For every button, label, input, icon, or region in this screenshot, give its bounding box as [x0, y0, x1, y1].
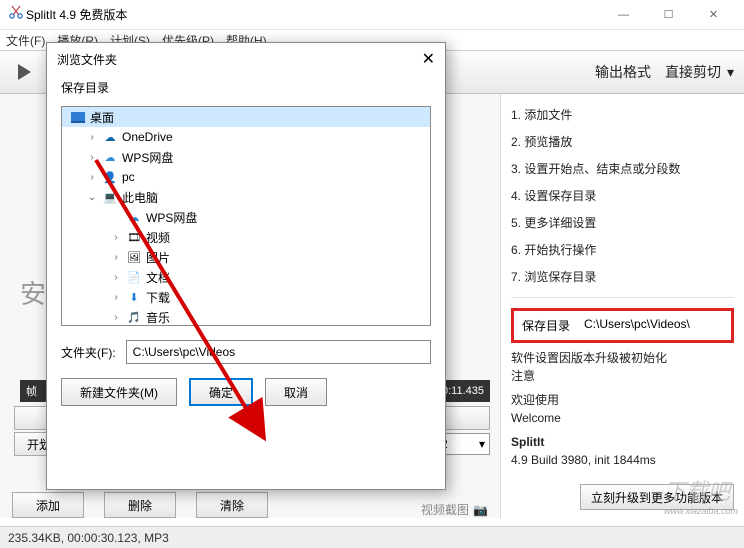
camera-icon: 📷	[473, 503, 488, 517]
downloads-folder-icon: ⬇	[126, 289, 142, 305]
step-4[interactable]: 4. 设置保存目录	[511, 185, 734, 206]
folder-path-label: 文件夹(F):	[61, 344, 116, 361]
minimize-button[interactable]: —	[601, 0, 646, 30]
cancel-button[interactable]: 取消	[265, 378, 327, 406]
statusbar: 235.34KB, 00:00:30.123, MP3	[0, 526, 744, 548]
tree-item-downloads[interactable]: › ⬇ 下载	[62, 287, 430, 307]
save-dir-value: C:\Users\pc\Videos\	[584, 317, 690, 334]
timecode-left: 帧	[26, 383, 37, 399]
chevron-down-icon: ▾	[479, 437, 485, 451]
step-7[interactable]: 7. 浏览保存目录	[511, 266, 734, 287]
folder-tree[interactable]: 桌面 › ☁ OneDrive › ☁ WPS网盘 › 👤 pc ⌄ 💻 此电脑…	[61, 106, 431, 326]
step-1[interactable]: 1. 添加文件	[511, 104, 734, 125]
tree-item-user[interactable]: › 👤 pc	[62, 167, 430, 187]
browse-folder-dialog: 浏览文件夹 ✕ 保存目录 桌面 › ☁ OneDrive › ☁ WPS网盘 ›…	[46, 42, 446, 490]
expand-icon[interactable]: ›	[110, 252, 122, 263]
collapse-icon[interactable]: ⌄	[86, 192, 98, 203]
dialog-close-button[interactable]: ✕	[422, 49, 435, 69]
message-build: SplitIt 4.9 Build 3980, init 1844ms	[511, 433, 734, 469]
right-panel: 1. 添加文件 2. 预览播放 3. 设置开始点、结束点或分段数 4. 设置保存…	[500, 94, 744, 518]
window-title: SplitIt 4.9 免费版本	[26, 6, 127, 23]
save-dir-label: 保存目录	[522, 317, 570, 334]
save-directory-highlight: 保存目录 C:\Users\pc\Videos\	[511, 308, 734, 343]
cloud-icon: ☁	[102, 129, 118, 145]
scissors-icon	[8, 4, 24, 25]
expand-icon[interactable]: ›	[86, 152, 98, 163]
tree-item-music[interactable]: › 🎵 音乐	[62, 307, 430, 326]
dialog-subtitle: 保存目录	[47, 75, 445, 106]
music-folder-icon: 🎵	[126, 309, 142, 325]
tree-item-documents[interactable]: › 📄 文档	[62, 267, 430, 287]
output-format-dropdown[interactable]: 直接剪切 ▾	[665, 62, 734, 82]
ok-button[interactable]: 确定	[189, 378, 253, 406]
tree-item-pictures[interactable]: › 🖼 图片	[62, 247, 430, 267]
expand-icon[interactable]: ›	[86, 172, 98, 183]
tree-item-this-pc[interactable]: ⌄ 💻 此电脑	[62, 187, 430, 207]
computer-icon: 💻	[102, 189, 118, 205]
chevron-down-icon: ▾	[727, 64, 734, 81]
user-icon: 👤	[102, 169, 118, 185]
add-button[interactable]: 添加	[12, 492, 84, 518]
cloud-icon: ☁	[102, 149, 118, 165]
output-format-label: 输出格式	[595, 62, 651, 82]
folder-path-input[interactable]	[126, 340, 431, 364]
expand-icon[interactable]: ›	[110, 232, 122, 243]
close-button[interactable]: ✕	[691, 0, 736, 30]
expand-icon[interactable]: ›	[110, 312, 122, 323]
delete-button[interactable]: 删除	[104, 492, 176, 518]
desktop-icon	[70, 109, 86, 125]
maximize-button[interactable]: ☐	[646, 0, 691, 30]
expand-icon[interactable]: ›	[110, 272, 122, 283]
new-folder-button[interactable]: 新建文件夹(M)	[61, 378, 177, 406]
step-2[interactable]: 2. 预览播放	[511, 131, 734, 152]
step-6[interactable]: 6. 开始执行操作	[511, 239, 734, 260]
clear-button[interactable]: 清除	[196, 492, 268, 518]
tree-item-videos[interactable]: › 🎞 视频	[62, 227, 430, 247]
tree-item-wps[interactable]: › ☁ WPS网盘	[62, 147, 430, 167]
status-text: 235.34KB, 00:00:30.123, MP3	[8, 531, 169, 545]
tree-item-wps2[interactable]: ☁ WPS网盘	[62, 207, 430, 227]
expand-icon[interactable]: ›	[110, 292, 122, 303]
message-welcome: 欢迎使用 Welcome	[511, 391, 734, 427]
upgrade-button[interactable]: 立刻升级到更多功能版本	[580, 484, 734, 510]
menu-file[interactable]: 文件(F)	[6, 32, 45, 49]
dialog-title: 浏览文件夹	[57, 51, 117, 68]
video-screenshot-link[interactable]: 视频截图 📷	[421, 501, 488, 518]
pictures-folder-icon: 🖼	[126, 249, 142, 265]
step-3[interactable]: 3. 设置开始点、结束点或分段数	[511, 158, 734, 179]
tree-item-desktop[interactable]: 桌面	[62, 107, 430, 127]
play-icon[interactable]	[10, 58, 38, 86]
documents-folder-icon: 📄	[126, 269, 142, 285]
output-format-value: 直接剪切	[665, 62, 721, 82]
step-5[interactable]: 5. 更多详细设置	[511, 212, 734, 233]
cloud-icon: ☁	[126, 209, 142, 225]
message-init: 软件设置因版本升级被初始化 注意	[511, 349, 734, 385]
video-folder-icon: 🎞	[126, 229, 142, 245]
tree-item-onedrive[interactable]: › ☁ OneDrive	[62, 127, 430, 147]
expand-icon[interactable]: ›	[86, 132, 98, 143]
divider	[511, 297, 734, 298]
titlebar: SplitIt 4.9 免费版本 — ☐ ✕	[0, 0, 744, 30]
